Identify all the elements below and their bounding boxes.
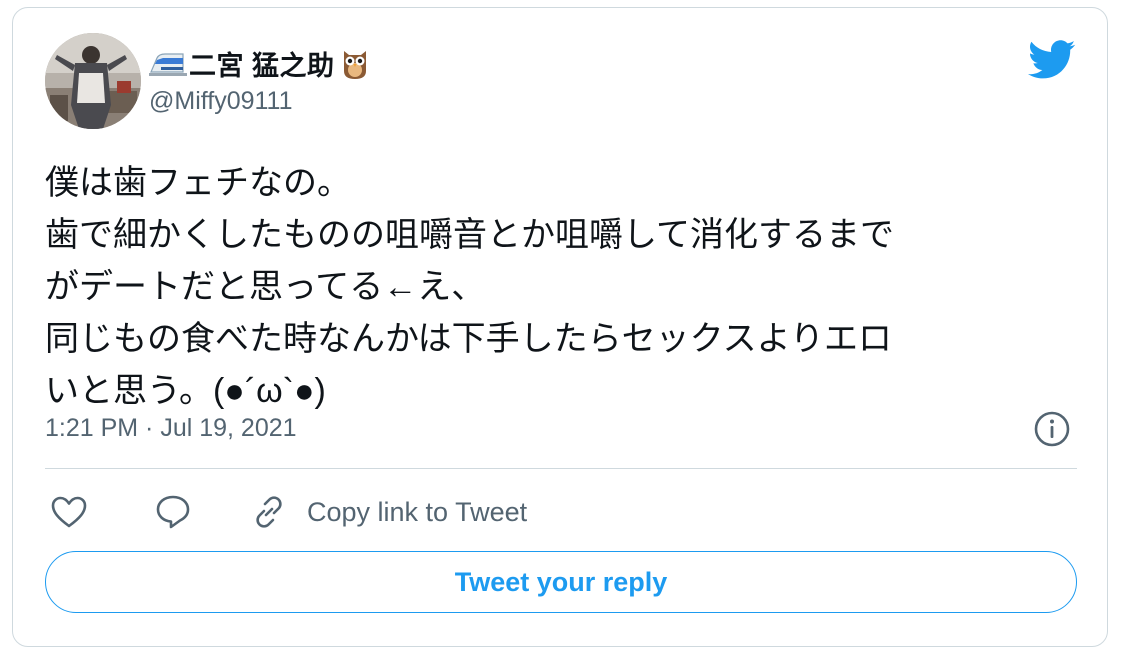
owl-emoji-icon (340, 45, 370, 81)
tweet-text: 僕は歯フェチなの。 歯で細かくしたものの咀嚼音とか咀嚼して消化するまで がデート… (45, 157, 1085, 417)
reply-button[interactable] (153, 492, 193, 532)
author-handle[interactable]: @Miffy09111 (149, 87, 293, 116)
avatar[interactable] (45, 33, 141, 129)
tweet-text-line: 同じもの食べた時なんかは下手したらセックスよりエロ (45, 320, 892, 358)
tweet-card: 二宮 猛之助 @Miffy09111 僕は歯フェチなの。 歯で細かくしたものの咀… (12, 7, 1108, 647)
heart-icon (49, 493, 89, 531)
author-display-name: 二宮 猛之助 (189, 50, 335, 81)
tweet-text-line: 歯で細かくしたものの咀嚼音とか咀嚼して消化するまで (45, 216, 894, 254)
avatar-photo (45, 33, 141, 129)
bullet-train-emoji-icon (149, 48, 187, 78)
author-name-row[interactable]: 二宮 猛之助 (149, 43, 370, 83)
info-icon[interactable] (1033, 410, 1071, 448)
link-icon (249, 492, 289, 532)
tweet-timestamp[interactable]: 1:21 PM · Jul 19, 2021 (45, 414, 297, 443)
like-button[interactable] (49, 492, 89, 532)
copy-link-label: Copy link to Tweet (307, 496, 528, 527)
tweet-your-reply-button[interactable]: Tweet your reply (45, 551, 1077, 613)
tweet-text-line: 僕は歯フェチなの。 (45, 164, 351, 202)
tweet-text-line: いと思う。(●´ω`●) (45, 372, 326, 410)
tweet-text-line: がデートだと思ってる←え、 (45, 268, 486, 306)
divider (45, 468, 1077, 469)
twitter-bird-icon[interactable] (1028, 40, 1076, 80)
copy-link-button[interactable]: Copy link to Tweet (249, 492, 527, 532)
speech-bubble-icon (153, 492, 193, 532)
